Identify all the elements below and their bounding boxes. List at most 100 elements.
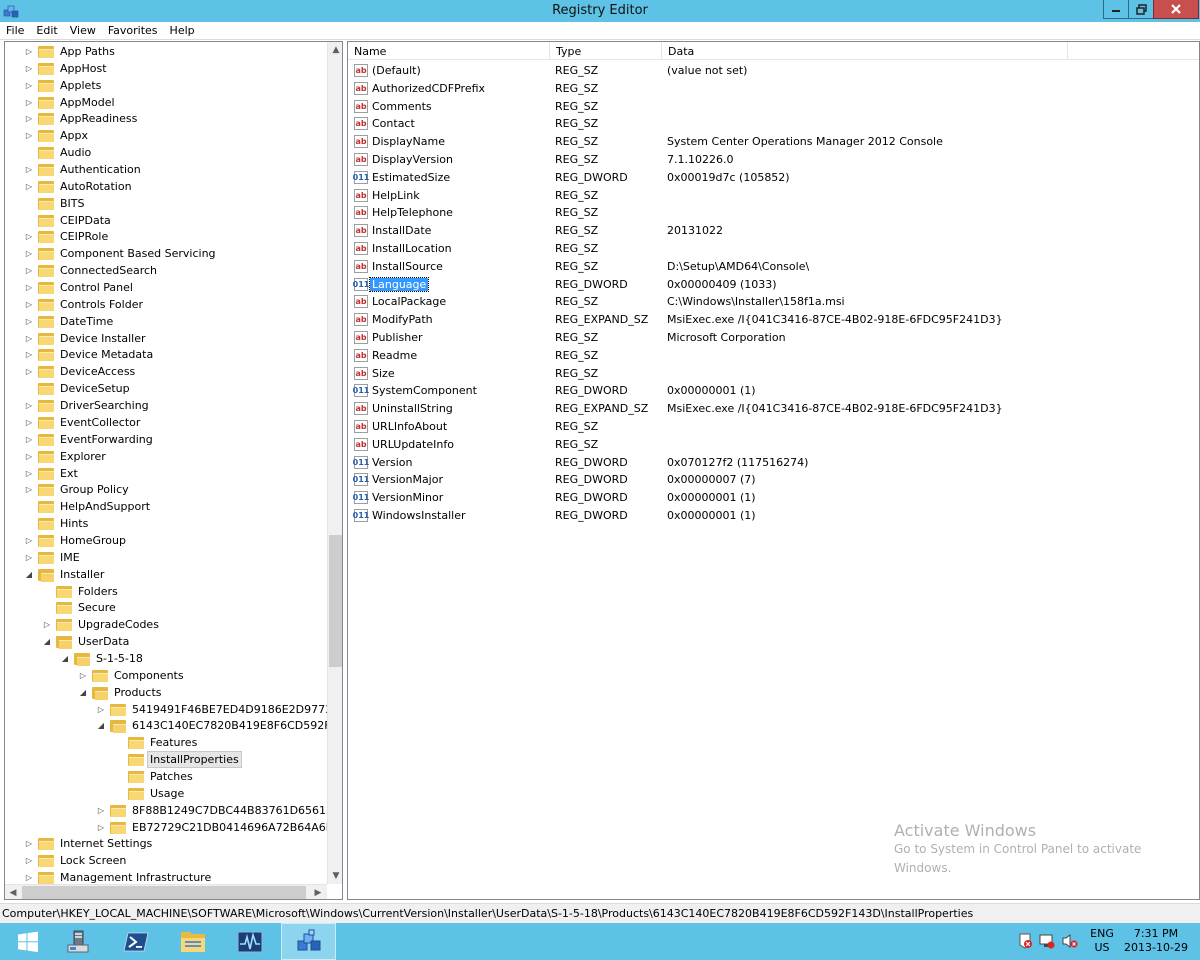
tree-item[interactable]: ▷ Appx (24, 127, 90, 144)
expand-arrow-icon[interactable]: ▷ (24, 97, 34, 107)
tree-item[interactable]: DeviceSetup (24, 380, 132, 397)
value-row[interactable]: ab Publisher REG_SZ Microsoft Corporation (348, 329, 1199, 346)
tree-item[interactable]: Audio (24, 144, 93, 161)
value-row[interactable]: ab (Default) REG_SZ (value not set) (348, 62, 1199, 79)
value-row[interactable]: ab HelpTelephone REG_SZ (348, 204, 1199, 221)
tree-item[interactable]: ▷ UpgradeCodes (42, 616, 161, 633)
tree-horizontal-scroll-thumb[interactable] (22, 886, 306, 899)
value-row[interactable]: 011 VersionMinor REG_DWORD 0x00000001 (1) (348, 489, 1199, 506)
value-row[interactable]: 011 VersionMajor REG_DWORD 0x00000007 (7) (348, 471, 1199, 488)
tree-item[interactable]: ▷ Explorer (24, 448, 108, 465)
network-icon[interactable] (1039, 933, 1055, 949)
tree-item[interactable]: ▷ Component Based Servicing (24, 245, 218, 262)
tree-item[interactable]: ◢ 6143C140EC7820B419E8F6CD592F143D (96, 717, 327, 734)
value-row[interactable]: 011 EstimatedSize REG_DWORD 0x00019d7c (105… (348, 169, 1199, 186)
value-row[interactable]: 011 Version REG_DWORD 0x070127f2 (117516274… (348, 454, 1199, 471)
value-row[interactable]: ab InstallDate REG_SZ 20131022 (348, 222, 1199, 239)
tree-item[interactable]: ▷ Controls Folder (24, 296, 145, 313)
tree-item[interactable]: Folders (42, 583, 120, 600)
expand-arrow-icon[interactable]: ▷ (24, 417, 34, 427)
collapse-arrow-icon[interactable]: ◢ (60, 653, 70, 663)
system-clock[interactable]: 7:31 PM 2013-10-29 (1124, 927, 1188, 955)
tree-item[interactable]: ▷ Applets (24, 77, 103, 94)
key-tree-pane[interactable]: ▷ App Paths ▷ AppHost ▷ Applets ▷ AppModel ▷ AppR… (4, 41, 343, 900)
tree-item[interactable]: ▷ AppModel (24, 94, 117, 111)
expand-arrow-icon[interactable]: ▷ (24, 131, 34, 141)
value-row[interactable]: ab DisplayName REG_SZ System Center Operati… (348, 133, 1199, 150)
close-button[interactable] (1153, 0, 1199, 19)
taskbar-server-manager[interactable] (50, 923, 105, 960)
expand-arrow-icon[interactable]: ▷ (24, 165, 34, 175)
tree-item[interactable]: ▷ Components (78, 667, 186, 684)
tree-item[interactable]: ▷ App Paths (24, 43, 117, 60)
tree-horizontal-scrollbar[interactable]: ◀ ▶ (5, 884, 327, 899)
taskbar-file-explorer[interactable] (165, 923, 220, 960)
input-language-indicator[interactable]: ENG US (1087, 927, 1117, 955)
tree-vertical-scroll-thumb[interactable] (329, 535, 342, 667)
value-row[interactable]: ab InstallLocation REG_SZ (348, 240, 1199, 257)
tree-item[interactable]: ▷ DeviceAccess (24, 363, 137, 380)
value-row[interactable]: ab URLUpdateInfo REG_SZ (348, 436, 1199, 453)
tree-item[interactable]: ▷ IME (24, 549, 82, 566)
taskbar-registry-editor[interactable] (281, 923, 336, 960)
tree-item[interactable]: ◢ UserData (42, 633, 131, 650)
tree-item[interactable]: ▷ Management Infrastructure (24, 869, 213, 884)
expand-arrow-icon[interactable]: ▷ (24, 434, 34, 444)
tree-item[interactable]: Usage (114, 785, 186, 802)
expand-arrow-icon[interactable]: ▷ (24, 80, 34, 90)
tree-item[interactable]: Features (114, 734, 199, 751)
expand-arrow-icon[interactable]: ▷ (24, 856, 34, 866)
expand-arrow-icon[interactable]: ▷ (96, 822, 106, 832)
value-row[interactable]: ab Comments REG_SZ (348, 98, 1199, 115)
column-header-type[interactable]: Type (550, 42, 662, 60)
expand-arrow-icon[interactable]: ▷ (24, 873, 34, 883)
scroll-down-icon[interactable]: ▼ (328, 868, 342, 884)
menu-help[interactable]: Help (164, 22, 201, 39)
column-header-name[interactable]: Name (348, 42, 550, 60)
expand-arrow-icon[interactable]: ▷ (24, 283, 34, 293)
value-row[interactable]: ab ModifyPath REG_EXPAND_SZ MsiExec.exe /I{… (348, 311, 1199, 328)
collapse-arrow-icon[interactable]: ◢ (96, 721, 106, 731)
tree-item[interactable]: ▷ EB72729C21DB0414696A72B64A6FA01C (96, 819, 327, 836)
tree-item[interactable]: BITS (24, 195, 87, 212)
expand-arrow-icon[interactable]: ▷ (24, 114, 34, 124)
expand-arrow-icon[interactable]: ▷ (24, 181, 34, 191)
expand-arrow-icon[interactable]: ▷ (24, 552, 34, 562)
tree-item[interactable]: ▷ ConnectedSearch (24, 262, 159, 279)
tree-item[interactable]: ▷ Group Policy (24, 481, 131, 498)
expand-arrow-icon[interactable]: ▷ (24, 367, 34, 377)
expand-arrow-icon[interactable]: ▷ (24, 468, 34, 478)
value-row[interactable]: 011 Language REG_DWORD 0x00000409 (1033) (348, 276, 1199, 293)
expand-arrow-icon[interactable]: ▷ (24, 333, 34, 343)
value-row[interactable]: ab Readme REG_SZ (348, 347, 1199, 364)
value-row[interactable]: ab HelpLink REG_SZ (348, 187, 1199, 204)
expand-arrow-icon[interactable]: ▷ (24, 485, 34, 495)
tree-item[interactable]: ▷ Internet Settings (24, 835, 154, 852)
tree-vertical-scrollbar[interactable]: ▲ ▼ (327, 42, 342, 884)
start-button[interactable] (0, 923, 55, 960)
collapse-arrow-icon[interactable]: ◢ (78, 687, 88, 697)
taskbar-powershell[interactable] (108, 923, 163, 960)
value-row[interactable]: ab InstallSource REG_SZ D:\Setup\AMD64\Cons… (348, 258, 1199, 275)
tree-item[interactable]: ◢ Installer (24, 566, 106, 583)
tree-item[interactable]: ▷ Ext (24, 465, 80, 482)
expand-arrow-icon[interactable]: ▷ (24, 535, 34, 545)
menu-file[interactable]: File (0, 22, 30, 39)
value-row[interactable]: 011 WindowsInstaller REG_DWORD 0x00000001 (… (348, 507, 1199, 524)
taskbar-performance-monitor[interactable] (222, 923, 277, 960)
tree-item[interactable]: ▷ Device Installer (24, 330, 148, 347)
column-header-data[interactable]: Data (662, 42, 1068, 60)
tree-item[interactable]: ▷ EventForwarding (24, 431, 155, 448)
expand-arrow-icon[interactable]: ▷ (24, 249, 34, 259)
tree-item[interactable]: HelpAndSupport (24, 498, 152, 515)
collapse-arrow-icon[interactable]: ◢ (42, 637, 52, 647)
action-center-icon[interactable] (1017, 933, 1033, 949)
tree-item[interactable]: ▷ DateTime (24, 313, 115, 330)
expand-arrow-icon[interactable]: ▷ (96, 805, 106, 815)
tree-item[interactable]: ▷ DriverSearching (24, 397, 151, 414)
menu-view[interactable]: View (64, 22, 102, 39)
value-row[interactable]: ab UninstallString REG_EXPAND_SZ MsiExec.ex… (348, 400, 1199, 417)
expand-arrow-icon[interactable]: ▷ (24, 63, 34, 73)
value-row[interactable]: ab Size REG_SZ (348, 365, 1199, 382)
tree-item[interactable]: ▷ 8F88B1249C7DBC44B83761D6561BD8CC (96, 802, 327, 819)
